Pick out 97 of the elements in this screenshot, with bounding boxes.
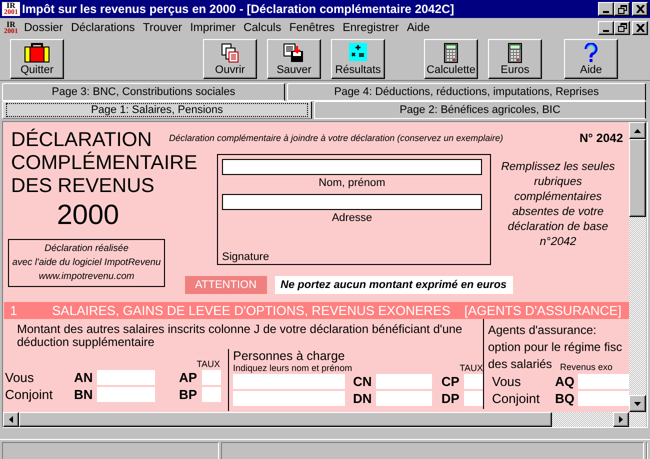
box-code: BP [179, 386, 198, 402]
up-arrow-icon [634, 128, 641, 132]
minimize-icon [603, 30, 609, 32]
minimize-icon [603, 11, 609, 13]
box-code: CN [353, 374, 373, 388]
help-icon [584, 42, 598, 62]
row-label: Conjoint [491, 390, 541, 406]
scrollbar-corner [629, 412, 646, 427]
row-label: Conjoint [4, 386, 54, 402]
box-code: AQ [555, 374, 576, 388]
group-hint: Indiquez leurs nom et prénom [233, 363, 352, 373]
window-title: Impôt sur les revenus perçus en 2000 - [Déclaration complémentaire 2042C] [22, 2, 454, 16]
form-title-line: DES REVENUS [11, 175, 154, 198]
box-code: AN [74, 370, 94, 384]
input-field[interactable] [464, 374, 483, 388]
box-code: DN [353, 390, 373, 406]
input-field[interactable] [222, 194, 482, 210]
input-field[interactable] [376, 390, 432, 406]
input-field[interactable] [222, 159, 482, 175]
input-field[interactable] [376, 374, 432, 388]
vertical-scrollbar[interactable] [629, 122, 646, 412]
attention-badge: ATTENTION [185, 276, 267, 294]
input-field[interactable] [578, 390, 629, 406]
box-code: BN [74, 386, 94, 402]
column-label: TAUX [196, 359, 221, 369]
scroll-thumb[interactable] [629, 139, 646, 217]
form-title-line: COMPLÉMENTAIRE [11, 152, 198, 175]
menu-item[interactable]: Aide [402, 22, 434, 34]
instruction-text: Remplissez les seules rubriques complémentaires absentes de votre déclaration de base n°2042 [500, 160, 616, 250]
minimize-button[interactable] [598, 20, 614, 34]
field-label: Nom, prénom [318, 177, 386, 189]
group-title-line: des salariés [488, 356, 552, 373]
row-label: Vous [491, 374, 522, 388]
restore-button[interactable] [614, 2, 630, 16]
group-title-line: option pour le régime fisc [488, 339, 622, 356]
menu-item[interactable]: Calculs [239, 22, 286, 34]
floppy-disk-icon [283, 42, 305, 62]
input-field[interactable] [464, 390, 483, 406]
group-title: Personnes à charge [233, 349, 346, 363]
menu-item[interactable]: Fenêtres [285, 22, 339, 34]
menu-item[interactable]: Imprimer [186, 22, 240, 34]
input-field[interactable] [97, 370, 155, 384]
input-field[interactable] [202, 386, 221, 402]
close-button[interactable] [632, 20, 648, 34]
form-number: N° 2042 [580, 131, 623, 145]
close-button[interactable] [632, 2, 648, 16]
section-header: 1 SALAIRES, GAINS DE LEVEE D'OPTIONS, REVENUS EXONERES [AGENTS D'ASSURANCE] [4, 302, 629, 319]
section-description: Montant des autres salaires inscrits colonne J de votre déclaration bénéficiant d'une déduction supplémentaire [16, 323, 464, 349]
box-code: CP [441, 374, 460, 388]
tab[interactable]: Page 3: BNC, Constributions sociales [2, 83, 285, 101]
math-symbols-icon [349, 42, 367, 60]
input-field[interactable] [233, 390, 346, 406]
tab[interactable]: Page 1: Salaires, Pensions [2, 101, 312, 119]
briefcase-icon [24, 42, 50, 62]
input-field[interactable] [233, 374, 346, 388]
credit-box: Déclaration réalisée avec l'aide du logiciel ImpotRevenu www.impotrevenu.com [8, 239, 165, 287]
minimize-button[interactable] [598, 2, 614, 16]
close-icon [636, 24, 644, 32]
signature-label: Signature [222, 251, 270, 263]
calculator-icon [508, 42, 522, 62]
column-label: Revenus exo [560, 361, 613, 373]
form-subtitle: Déclaration complémentaire à joindre à votre déclaration (conservez un exemplaire) [169, 133, 504, 143]
box-code: AP [179, 370, 198, 384]
right-arrow-icon [619, 416, 623, 423]
form-title-line: DÉCLARATION [11, 129, 152, 152]
down-arrow-icon [634, 402, 641, 406]
menu-item[interactable]: Trouver [138, 22, 186, 34]
toolbar-button[interactable]: Ouvrir [203, 38, 257, 78]
left-arrow-icon [9, 416, 13, 423]
menu-item[interactable]: Déclarations [66, 22, 139, 34]
menu-item[interactable]: Dossier [20, 22, 67, 34]
toolbar-button[interactable]: Calculette [424, 38, 478, 78]
restore-icon [618, 23, 626, 32]
column-label: TAUX [460, 363, 483, 373]
form-year: 2000 [56, 199, 120, 231]
toolbar-button[interactable]: Résultats [331, 38, 385, 78]
menu-item[interactable]: Enregistrer [338, 22, 403, 34]
input-field[interactable] [578, 374, 629, 388]
tab[interactable]: Page 2: Bénéfices agricoles, BIC [314, 101, 646, 119]
documents-icon [220, 42, 240, 62]
calculator-icon [444, 42, 458, 62]
restore-button[interactable] [614, 20, 630, 34]
row-label: Vous [4, 370, 35, 384]
toolbar-button[interactable]: Aide [564, 38, 618, 78]
group-title-line: Agents d'assurance: [488, 322, 596, 339]
close-icon [636, 5, 644, 13]
field-label: Adresse [330, 212, 374, 224]
toolbar-button[interactable]: Euros [488, 38, 542, 78]
tab[interactable]: Page 4: Déductions, réductions, imputations, Reprises [287, 83, 646, 101]
toolbar-button[interactable]: Sauver [267, 38, 321, 78]
box-code: BQ [555, 390, 576, 406]
input-field[interactable] [202, 370, 221, 384]
box-code: DP [441, 390, 460, 406]
restore-icon [618, 4, 626, 14]
warning-text: Ne portez aucun montant exprimé en euros [274, 276, 513, 294]
input-field[interactable] [97, 386, 155, 402]
toolbar-button[interactable]: Quitter [10, 38, 64, 78]
